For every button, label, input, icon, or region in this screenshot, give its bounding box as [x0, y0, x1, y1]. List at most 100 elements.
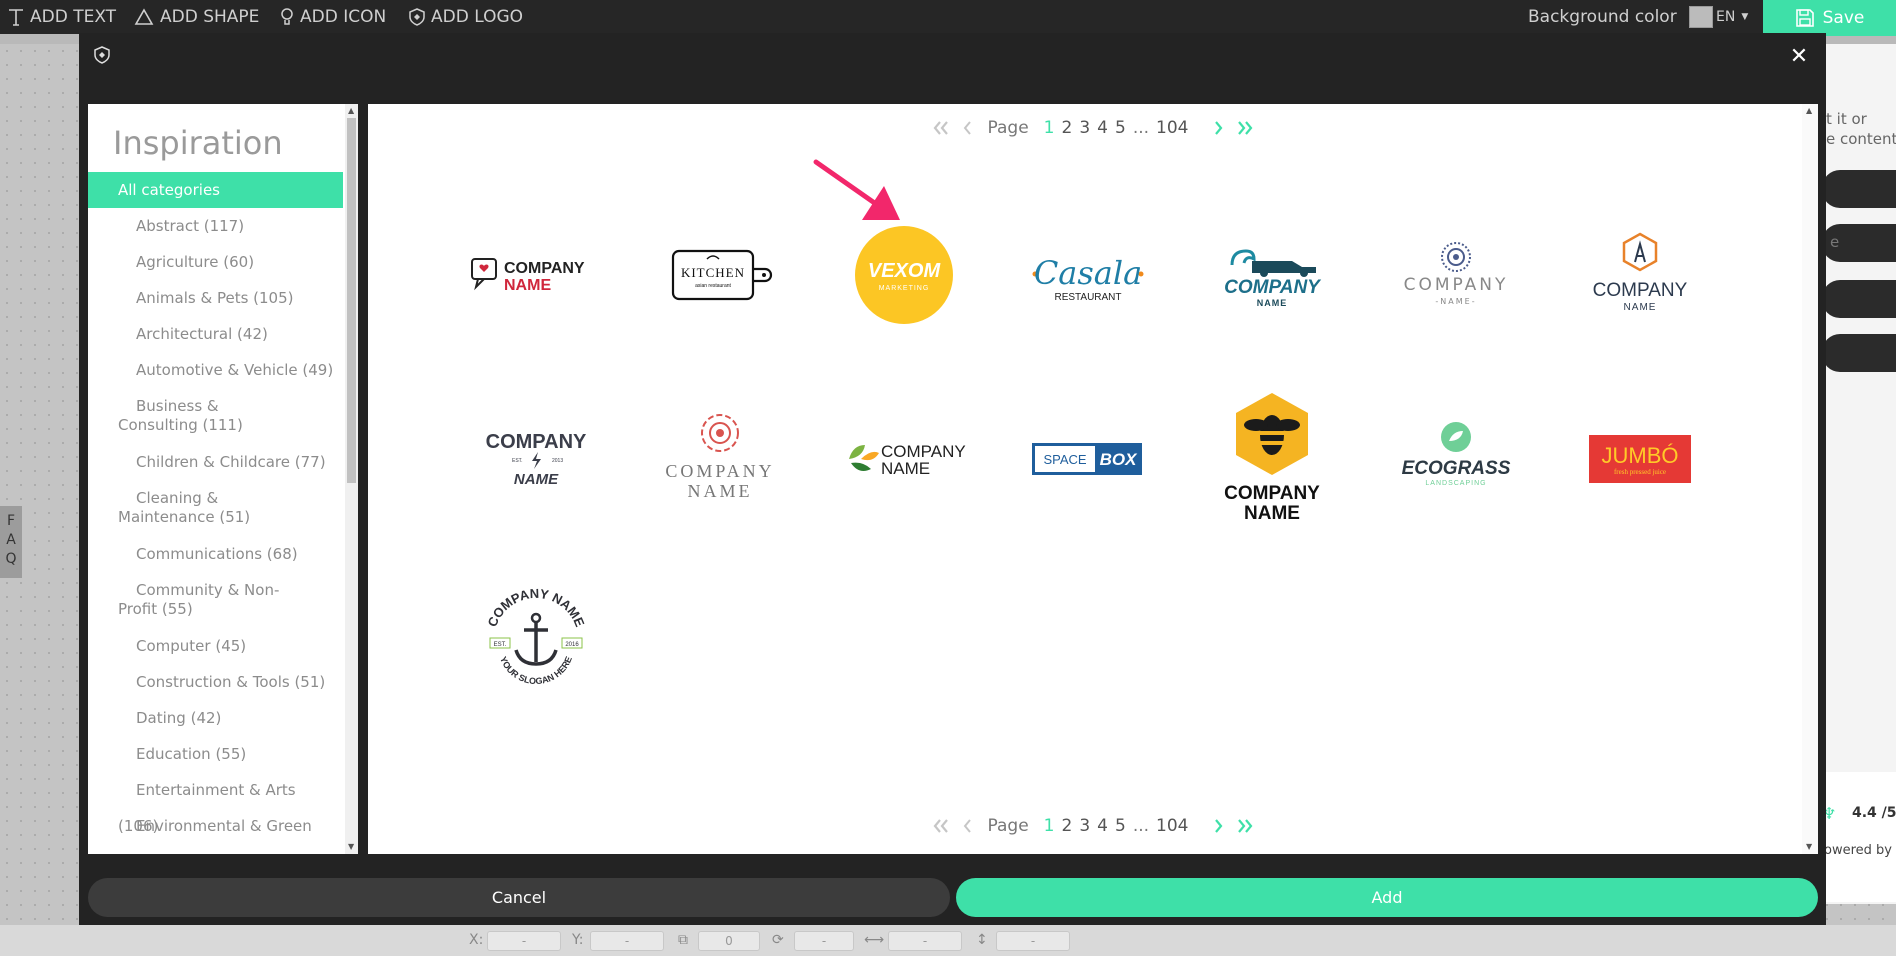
- scroll-up-arrow-icon[interactable]: ▲: [348, 106, 354, 115]
- logo-tile[interactable]: SPACE BOX: [1013, 384, 1163, 534]
- category-item[interactable]: Agriculture (60): [88, 244, 343, 280]
- logo-tile[interactable]: COMPANY NAME YOUR SLOGAN HERE EST. 2016: [461, 565, 611, 715]
- next-page-icon[interactable]: [1213, 818, 1223, 834]
- faq-letter: A: [6, 532, 16, 548]
- add-button[interactable]: Add: [956, 878, 1818, 917]
- logo-tile[interactable]: COMPANY NAME: [1197, 384, 1347, 534]
- rating-value: 4.4 /5: [1852, 805, 1896, 821]
- rotate-input[interactable]: -: [794, 931, 854, 951]
- page-link[interactable]: 1: [1044, 816, 1055, 836]
- logo-text: SPACE: [1043, 452, 1086, 467]
- page-link[interactable]: 4: [1097, 816, 1108, 836]
- category-item[interactable]: Animals & Pets (105): [88, 280, 343, 316]
- category-label: Computer (45): [136, 637, 247, 655]
- right-panel-button-3[interactable]: [1822, 334, 1896, 372]
- faq-tab[interactable]: F A Q: [0, 506, 22, 578]
- logo-tile[interactable]: COMPANY NAME: [829, 384, 979, 534]
- x-input[interactable]: -: [487, 931, 561, 951]
- gallery-scrollbar[interactable]: ▲ ▼: [1802, 104, 1818, 854]
- logo-text: COMPANY: [1404, 275, 1509, 295]
- first-page-icon[interactable]: [932, 120, 950, 136]
- page-link[interactable]: 2: [1062, 816, 1073, 836]
- right-panel-button-2[interactable]: [1822, 280, 1896, 318]
- category-all[interactable]: All categories: [88, 172, 343, 208]
- logo-tile[interactable]: COMPANY NAME: [1565, 200, 1715, 350]
- category-item[interactable]: Business & Consulting (111): [88, 388, 343, 444]
- scroll-up-arrow-icon[interactable]: ▲: [1806, 106, 1812, 115]
- scroll-down-arrow-icon[interactable]: ▼: [348, 842, 354, 851]
- height-icon: ↕: [976, 932, 988, 948]
- add-icon-button[interactable]: ADD ICON: [280, 0, 386, 34]
- language-select[interactable]: EN ▼: [1716, 0, 1748, 34]
- category-item[interactable]: Abstract (117): [88, 208, 343, 244]
- lightbulb-icon: [281, 8, 293, 25]
- category-item[interactable]: Children & Childcare (77): [88, 444, 343, 480]
- width-input[interactable]: -: [888, 931, 962, 951]
- right-panel-field[interactable]: e: [1822, 224, 1896, 262]
- background-color-control[interactable]: Background color: [1528, 0, 1713, 34]
- logo-tile[interactable]: Casala RESTAURANT: [1013, 200, 1163, 350]
- category-item[interactable]: Cleaning & Maintenance (51): [88, 480, 343, 536]
- page-link[interactable]: 3: [1079, 118, 1090, 138]
- add-logo-button[interactable]: ADD LOGO: [409, 0, 523, 34]
- logo-text: -NAME-: [1435, 297, 1476, 306]
- sidebar-scrollbar[interactable]: ▲ ▼: [345, 104, 358, 854]
- height-input[interactable]: -: [996, 931, 1070, 951]
- logo-text: NAME: [514, 471, 559, 488]
- logo-tile[interactable]: COMPANY -NAME-: [1381, 200, 1531, 350]
- last-page-icon[interactable]: [1236, 818, 1254, 834]
- category-item[interactable]: Community & Non-Profit (55): [88, 572, 343, 628]
- category-item[interactable]: Computer (45): [88, 628, 343, 664]
- add-text-button[interactable]: ADD TEXT: [8, 0, 116, 34]
- category-item[interactable]: Communications (68): [88, 536, 343, 572]
- page-link[interactable]: 4: [1097, 118, 1108, 138]
- compass-hexagon-logo: COMPANY NAME: [1593, 232, 1688, 313]
- logo-text: 2013: [552, 458, 563, 464]
- right-panel-button-1[interactable]: [1822, 170, 1896, 208]
- close-icon[interactable]: ✕: [1788, 46, 1810, 68]
- page-link-last[interactable]: 104: [1156, 118, 1188, 138]
- scroll-down-arrow-icon[interactable]: ▼: [1806, 842, 1812, 851]
- pagination-bottom: Page 1 2 3 4 5 ... 104: [368, 816, 1818, 836]
- background-color-swatch[interactable]: [1688, 6, 1713, 28]
- last-page-icon[interactable]: [1236, 120, 1254, 136]
- next-page-icon[interactable]: [1213, 120, 1223, 136]
- logo-text: NAME: [688, 481, 753, 501]
- add-label: Add: [1371, 888, 1403, 907]
- logo-tile[interactable]: ECOGRASS LANDSCAPING: [1381, 384, 1531, 534]
- bee-hexagon-logo: COMPANY NAME: [1224, 393, 1320, 524]
- page-link-last[interactable]: 104: [1156, 816, 1188, 836]
- kitchen-board-logo: KITCHEN asian restaurant: [671, 249, 773, 301]
- category-label: Animals & Pets (105): [136, 289, 294, 307]
- add-shape-button[interactable]: ADD SHAPE: [134, 0, 259, 34]
- logo-tile[interactable]: JUMBÓ fresh pressed juice: [1565, 384, 1715, 534]
- category-item[interactable]: Architectural (42): [88, 316, 343, 352]
- save-button[interactable]: Save: [1763, 0, 1896, 36]
- category-label: Dating (42): [136, 709, 222, 727]
- category-item[interactable]: Dating (42): [88, 700, 343, 736]
- logo-tile[interactable]: COMPANY EST. 2013 NAME: [461, 384, 611, 534]
- y-input[interactable]: -: [590, 931, 664, 951]
- logo-tile[interactable]: COMPANY NAME: [1197, 200, 1347, 350]
- logo-tile[interactable]: COMPANY NAME: [461, 200, 611, 350]
- category-item[interactable]: Environmental & Green (83): [88, 808, 343, 854]
- page-link[interactable]: 5: [1115, 816, 1126, 836]
- jumbo-logo: JUMBÓ fresh pressed juice: [1589, 435, 1691, 483]
- category-item[interactable]: Education (55): [88, 736, 343, 772]
- previous-page-icon[interactable]: [963, 818, 973, 834]
- page-link[interactable]: 1: [1044, 118, 1055, 138]
- logo-text: NAME: [1244, 503, 1300, 524]
- page-link[interactable]: 2: [1062, 118, 1073, 138]
- page-link[interactable]: 5: [1115, 118, 1126, 138]
- sidebar-scrollbar-thumb[interactable]: [347, 118, 356, 483]
- previous-page-icon[interactable]: [963, 120, 973, 136]
- category-item[interactable]: Entertainment & Arts (106): [88, 772, 343, 835]
- category-item[interactable]: Automotive & Vehicle (49): [88, 352, 343, 388]
- category-item[interactable]: Construction & Tools (51): [88, 664, 343, 700]
- logo-tile[interactable]: COMPANY NAME: [645, 384, 795, 534]
- cancel-button[interactable]: Cancel: [88, 878, 950, 917]
- first-page-icon[interactable]: [932, 818, 950, 834]
- page-link[interactable]: 3: [1079, 816, 1090, 836]
- layer-input[interactable]: 0: [698, 931, 760, 951]
- logo-tile[interactable]: KITCHEN asian restaurant: [645, 200, 795, 350]
